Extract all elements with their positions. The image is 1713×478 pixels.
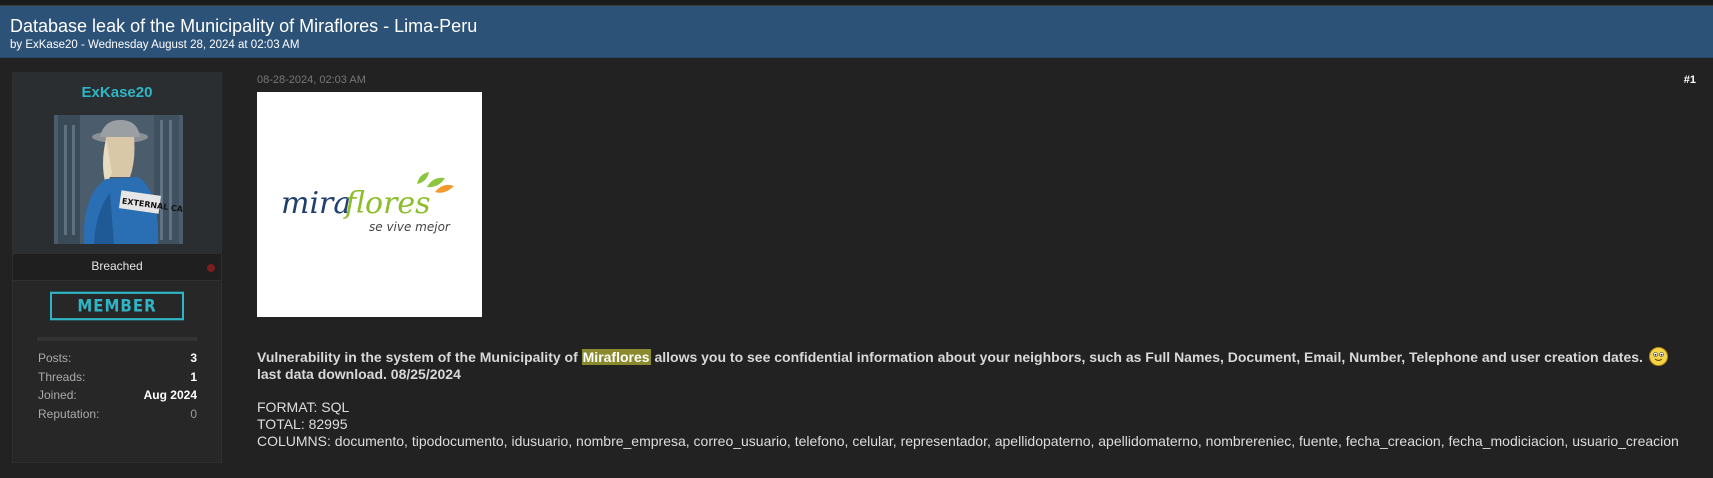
thread-title: Database leak of the Municipality of Mir… <box>10 16 478 36</box>
post-number-link[interactable]: #1 <box>1684 74 1696 86</box>
author-profile: ExKase20 EXTERNAL CASE <box>13 73 221 253</box>
stat-label: Reputation: <box>38 406 100 421</box>
stats-divider <box>37 337 197 341</box>
stat-threads: Threads: 1 <box>13 368 221 387</box>
stat-joined: Joined: Aug 2024 <box>13 386 221 405</box>
logo-tagline: se vive mejor <box>369 220 451 234</box>
line1-after: allows you to see confidential informati… <box>650 349 1643 365</box>
stat-label: Threads: <box>38 369 86 384</box>
thread-header: Database leak of the Municipality of Mir… <box>0 6 1713 58</box>
smiley-icon <box>1648 347 1668 366</box>
avatar[interactable]: EXTERNAL CASE <box>54 115 183 244</box>
post-image[interactable]: mira flores se vive mejor <box>257 92 482 317</box>
stat-value: Aug 2024 <box>143 388 197 402</box>
miraflores-logo: mira flores se vive mejor <box>257 92 482 317</box>
member-badge: MEMBER <box>50 291 184 321</box>
stat-value[interactable]: 1 <box>190 368 197 387</box>
post: ExKase20 EXTERNAL CASE Breached MEMBER P… <box>0 58 1713 478</box>
stat-label: Posts: <box>38 351 72 365</box>
stat-value[interactable]: 0 <box>190 405 197 424</box>
user-group: Breached <box>91 259 143 273</box>
stat-posts: Posts: 3 <box>13 349 221 368</box>
stat-reputation: Reputation: 0 <box>13 405 221 424</box>
author-username[interactable]: ExKase20 <box>13 84 221 101</box>
columns-line: COLUMNS: documento, tipodocumento, idusu… <box>257 433 1679 449</box>
stat-value[interactable]: 3 <box>190 349 197 368</box>
post-body: Vulnerability in the system of the Munic… <box>257 347 1697 450</box>
post-date: 08-28-2024, 02:03 AM <box>257 74 366 86</box>
total-line: TOTAL: 82995 <box>257 416 348 432</box>
highlighted-term: Miraflores <box>581 349 651 365</box>
post-line-2: last data download. 08/25/2024 <box>257 366 461 382</box>
stat-label: Joined: <box>38 388 77 402</box>
logo-brand-flores: flores <box>343 186 431 221</box>
format-line: FORMAT: SQL <box>257 399 350 415</box>
author-panel: ExKase20 EXTERNAL CASE Breached MEMBER P… <box>12 72 222 463</box>
avatar-image: EXTERNAL CASE <box>54 115 183 244</box>
user-group-bar: Breached <box>13 253 221 281</box>
offline-status-icon <box>207 264 215 272</box>
thread-meta: by ExKase20 - Wednesday August 28, 2024 … <box>10 39 300 51</box>
line1-before: Vulnerability in the system of the Munic… <box>257 349 582 365</box>
logo-brand-mira: mira <box>281 186 351 221</box>
post-line-1: Vulnerability in the system of the Munic… <box>257 347 1697 366</box>
